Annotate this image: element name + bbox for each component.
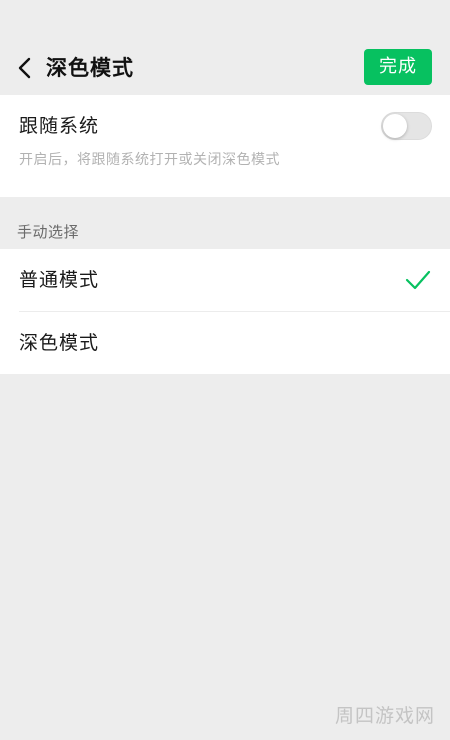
navigation-bar: 深色模式 完成 [0,0,450,95]
mode-option-label: 普通模式 [19,269,100,291]
mode-option-dark[interactable]: 深色模式 [0,312,450,374]
manual-select-header: 手动选择 [17,223,80,241]
mode-option-normal[interactable]: 普通模式 [0,249,450,312]
watermark-text: 周四游戏网 [335,705,436,727]
checkmark-icon [405,270,431,290]
toggle-knob [383,114,407,138]
page-title: 深色模式 [46,56,134,80]
follow-system-label: 跟随系统 [19,115,100,137]
follow-system-card: 跟随系统 开启后，将跟随系统打开或关闭深色模式 [0,95,450,197]
mode-options-list: 普通模式 深色模式 [0,249,450,374]
done-button[interactable]: 完成 [364,49,432,85]
follow-system-toggle[interactable] [381,112,432,140]
chevron-left-icon [18,57,31,79]
follow-system-description: 开启后，将跟随系统打开或关闭深色模式 [19,152,280,168]
back-button[interactable] [8,50,42,86]
mode-option-label: 深色模式 [19,332,100,354]
